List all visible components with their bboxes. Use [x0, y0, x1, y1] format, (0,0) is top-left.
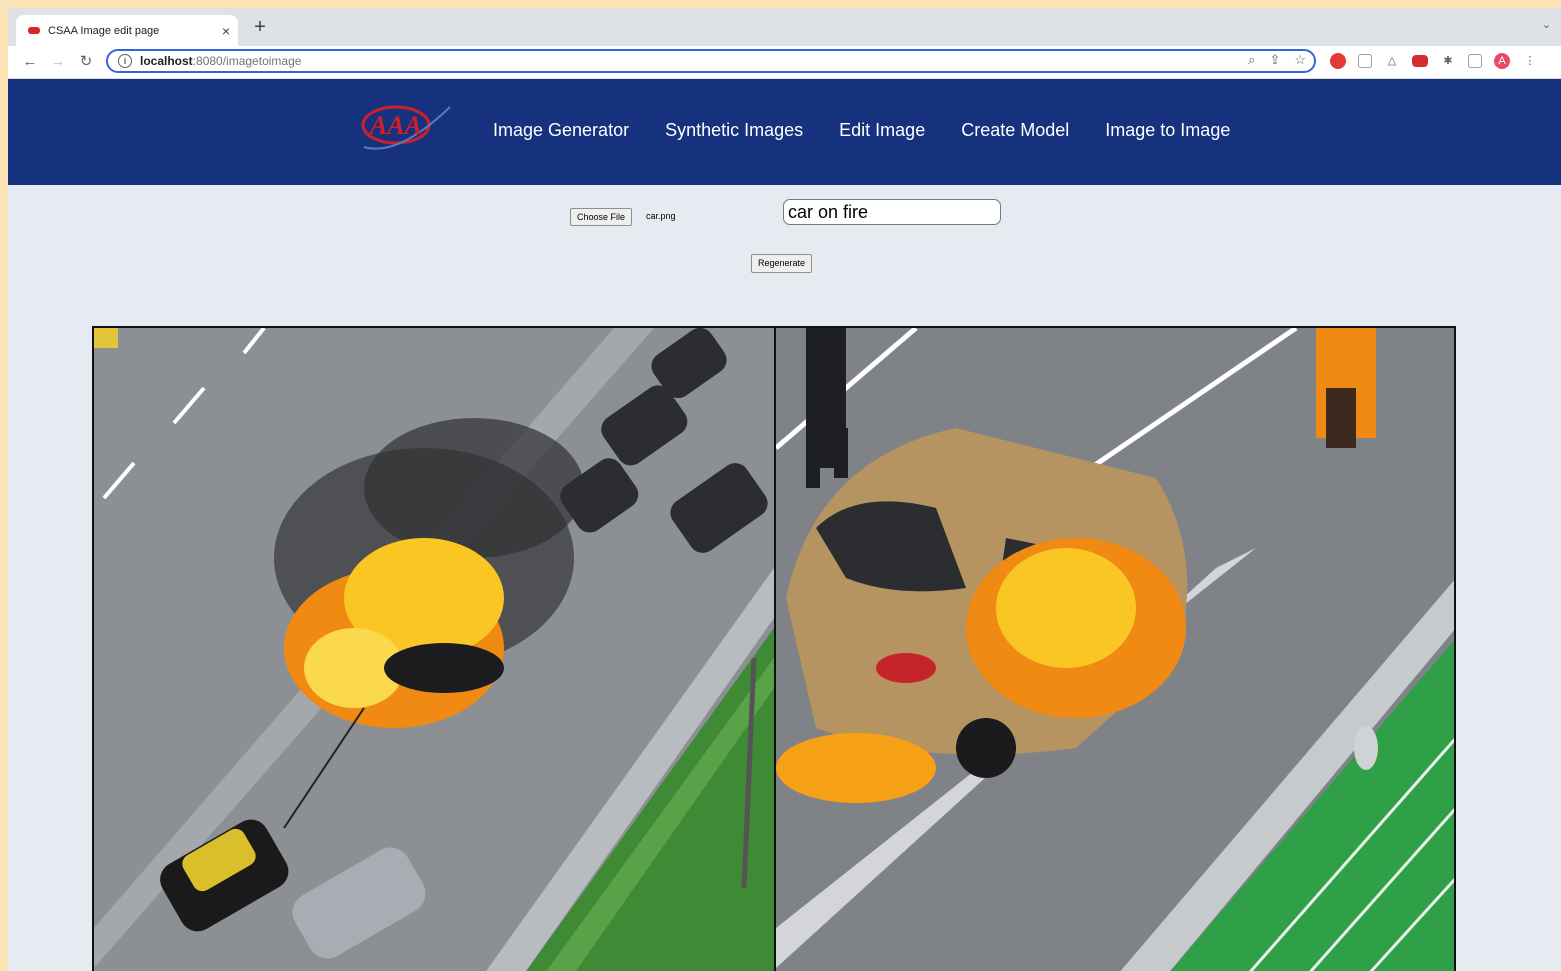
url-path: :8080/imagetoimage: [192, 54, 302, 68]
browser-toolbar: ← → ↻ i localhost :8080/imagetoimage ⌕ ⇪…: [8, 46, 1561, 79]
tab-close-icon[interactable]: ×: [214, 23, 238, 39]
svg-text:AAA: AAA: [368, 111, 422, 140]
back-arrow-icon[interactable]: ←: [20, 52, 40, 72]
zoom-icon[interactable]: ⌕: [1248, 52, 1255, 68]
address-bar[interactable]: i localhost :8080/imagetoimage ⌕ ⇪ ☆: [106, 49, 1316, 73]
prompt-input[interactable]: [783, 199, 1001, 225]
selected-file-name: car.png: [646, 211, 676, 221]
aaa-favicon-icon: [28, 27, 40, 34]
url-host: localhost: [140, 54, 193, 68]
new-tab-icon[interactable]: +: [248, 15, 272, 39]
aaa-logo-icon[interactable]: AAA: [358, 99, 453, 161]
nav-image-generator[interactable]: Image Generator: [493, 120, 629, 141]
source-image: [94, 328, 774, 971]
tab-strip: CSAA Image edit page × + ⌄: [8, 8, 1561, 46]
bookmark-star-icon[interactable]: ☆: [1294, 52, 1306, 68]
extension-icon[interactable]: [1358, 54, 1372, 68]
tab-search-chevron-icon[interactable]: ⌄: [1542, 18, 1551, 31]
adblock-extension-icon[interactable]: [1330, 53, 1346, 69]
profile-avatar-icon[interactable]: A: [1494, 53, 1510, 69]
nav-edit-image[interactable]: Edit Image: [839, 120, 925, 141]
nav-create-model[interactable]: Create Model: [961, 120, 1069, 141]
image-comparison: [92, 326, 1456, 971]
reload-icon[interactable]: ↻: [76, 52, 96, 72]
puzzle-extensions-icon[interactable]: ✱: [1440, 53, 1456, 69]
browser-tab[interactable]: CSAA Image edit page ×: [16, 15, 238, 46]
choose-file-button[interactable]: Choose File: [570, 208, 633, 226]
drive-extension-icon[interactable]: △: [1384, 53, 1400, 69]
forward-arrow-icon[interactable]: →: [48, 52, 68, 72]
side-panel-icon[interactable]: [1468, 54, 1482, 68]
share-icon[interactable]: ⇪: [1269, 52, 1280, 68]
nav-image-to-image[interactable]: Image to Image: [1105, 120, 1230, 141]
site-info-icon[interactable]: i: [118, 54, 132, 68]
app-header: AAA Image Generator Synthetic Images Edi…: [8, 79, 1561, 185]
browser-menu-icon[interactable]: ⋮: [1522, 53, 1538, 69]
browser-window: CSAA Image edit page × + ⌄ ← → ↻ i local…: [8, 8, 1561, 971]
main-nav: Image Generator Synthetic Images Edit Im…: [493, 120, 1230, 141]
generated-image: [776, 328, 1454, 971]
youtube-extension-icon[interactable]: [1412, 55, 1428, 67]
tab-title: CSAA Image edit page: [48, 24, 160, 37]
nav-synthetic-images[interactable]: Synthetic Images: [665, 120, 803, 141]
regenerate-button[interactable]: Regenerate: [751, 254, 813, 273]
